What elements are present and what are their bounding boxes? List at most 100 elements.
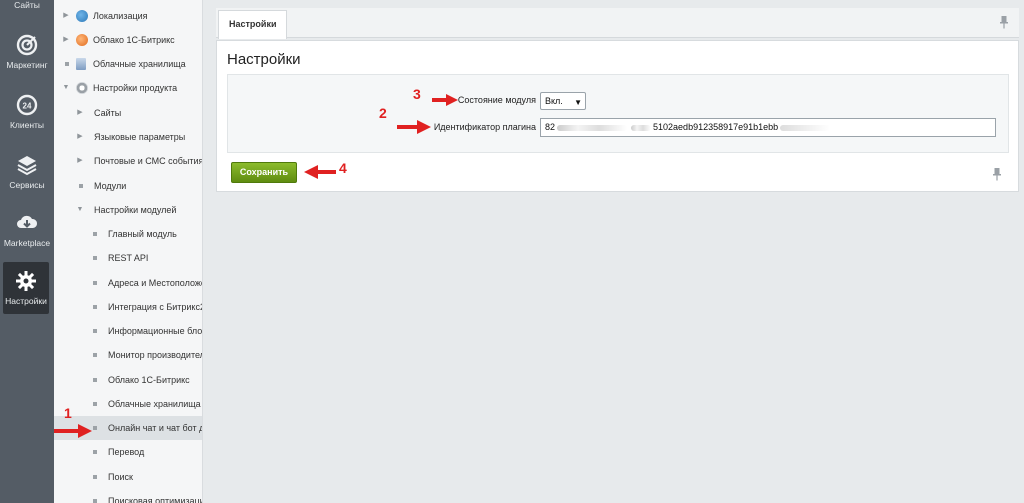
annotation-arrow-4 bbox=[304, 165, 336, 179]
tree-item-module-settings[interactable]: ▼ Настройки модулей bbox=[54, 198, 202, 222]
annotation-arrow-3 bbox=[432, 94, 458, 106]
globe-icon bbox=[76, 10, 88, 22]
storage-icon bbox=[76, 58, 86, 70]
annotation-number-2: 2 bbox=[379, 105, 387, 121]
tree-item-cloud-storage[interactable]: Облачные хранилища bbox=[54, 52, 202, 76]
clients-24-icon: 24 bbox=[16, 94, 38, 116]
tree-item-label: Облачные хранилища bbox=[108, 399, 201, 409]
iconbar-settings[interactable]: Настройки bbox=[3, 262, 49, 314]
settings-panel: Настройки Состояние модуля Вкл. ▼ Иденти… bbox=[216, 40, 1019, 192]
tree-item-translation[interactable]: Перевод bbox=[54, 440, 202, 464]
iconbar-services[interactable]: Сервисы bbox=[0, 154, 54, 190]
tree-item-label: Модули bbox=[94, 181, 127, 191]
expand-arrow-icon[interactable]: ▶ bbox=[62, 28, 70, 52]
expand-arrow-icon[interactable]: ▶ bbox=[76, 125, 84, 149]
tabs-row: Настройки bbox=[216, 8, 1019, 39]
iconbar-marketplace-label: Marketplace bbox=[3, 238, 51, 248]
iconbar-marketplace[interactable]: Marketplace bbox=[0, 212, 54, 248]
plugin-id-label: Идентификатор плагина bbox=[433, 122, 536, 132]
tree-item-label: Локализация bbox=[93, 11, 148, 21]
plugin-id-visible: 102aedb912358917e91b1ebb bbox=[658, 122, 779, 132]
tree-item-sites[interactable]: ▶ Сайты bbox=[54, 101, 202, 125]
iconbar-sites-label[interactable]: Сайты bbox=[0, 0, 54, 10]
tab-settings[interactable]: Настройки bbox=[218, 10, 288, 39]
svg-text:24: 24 bbox=[23, 102, 32, 111]
expand-arrow-icon[interactable]: ▶ bbox=[76, 101, 84, 125]
iconbar-clients[interactable]: 24 Клиенты bbox=[0, 94, 54, 130]
bullet-icon bbox=[65, 62, 69, 66]
tree-item-label: Поисковая оптимизация bbox=[108, 496, 203, 503]
page-title: Настройки bbox=[227, 51, 301, 68]
tree-item-label: Облако 1С-Битрикс bbox=[93, 35, 175, 45]
bullet-icon bbox=[93, 305, 97, 309]
bullet-icon bbox=[93, 281, 97, 285]
tree-item-label: Адреса и Местоположе bbox=[108, 278, 203, 288]
collapse-arrow-icon[interactable]: ▼ bbox=[76, 198, 84, 222]
redacted-blur bbox=[557, 124, 628, 131]
annotation-arrow-2 bbox=[397, 120, 431, 134]
tree-item-modules[interactable]: Модули bbox=[54, 174, 202, 198]
iconbar-marketing-label: Маркетинг bbox=[6, 60, 48, 70]
bullet-icon bbox=[93, 499, 97, 503]
module-state-value: Вкл. bbox=[545, 96, 563, 106]
expand-arrow-icon[interactable]: ▶ bbox=[76, 149, 84, 173]
tree-item-language-params[interactable]: ▶ Языковые параметры bbox=[54, 125, 202, 149]
tree-item-mail-sms-events[interactable]: ▶ Почтовые и СМС события bbox=[54, 149, 203, 173]
tree-item-label: Информационные блок bbox=[108, 326, 203, 336]
save-button[interactable]: Сохранить bbox=[231, 162, 297, 183]
tree-item-main-module[interactable]: Главный модуль bbox=[54, 222, 202, 246]
tree-item-info-blocks[interactable]: Информационные блок bbox=[54, 319, 203, 343]
tree-item-bitrix-cloud[interactable]: ▶ Облако 1С-Битрикс bbox=[54, 28, 202, 52]
tree-item-label: Облачные хранилища bbox=[93, 59, 186, 69]
redacted-blur bbox=[780, 124, 831, 131]
iconbar-marketing[interactable]: Маркетинг bbox=[0, 34, 54, 70]
tree-item-rest-api[interactable]: REST API bbox=[54, 246, 202, 270]
settings-form: Состояние модуля Вкл. ▼ Идентификатор пл… bbox=[227, 74, 1009, 153]
bullet-icon bbox=[93, 378, 97, 382]
tree-item-bitrix24-integration[interactable]: Интеграция с Битрикс2 bbox=[54, 295, 203, 319]
bullet-icon bbox=[93, 232, 97, 236]
module-state-select[interactable]: Вкл. ▼ bbox=[540, 92, 586, 110]
expand-arrow-icon[interactable]: ▶ bbox=[62, 4, 70, 28]
layers-icon bbox=[17, 156, 37, 176]
redacted-blur bbox=[631, 124, 652, 131]
collapse-arrow-icon[interactable]: ▼ bbox=[62, 76, 70, 100]
tree-item-label: Интеграция с Битрикс2 bbox=[108, 302, 203, 312]
tree-item-label: Почтовые и СМС события bbox=[94, 156, 203, 166]
tree-item-label: Онлайн чат и чат бот д bbox=[108, 423, 203, 433]
tree-item-label: Поиск bbox=[108, 472, 133, 482]
tree-item-performance-monitor[interactable]: Монитор производител bbox=[54, 343, 202, 367]
tree-item-search[interactable]: Поиск bbox=[54, 465, 202, 489]
main-content: Настройки Настройки Состояние модуля Вкл… bbox=[204, 0, 1024, 503]
iconbar-settings-label: Настройки bbox=[5, 296, 47, 306]
bullet-icon bbox=[93, 256, 97, 260]
bullet-icon bbox=[93, 329, 97, 333]
bullet-icon bbox=[93, 402, 97, 406]
gear-small-icon bbox=[76, 82, 88, 94]
annotation-number-1: 1 bbox=[64, 405, 72, 421]
target-icon bbox=[16, 34, 38, 56]
tree-item-product-settings[interactable]: ▼ Настройки продукта bbox=[54, 76, 202, 100]
cloud-icon bbox=[76, 34, 88, 46]
pin-icon[interactable] bbox=[992, 167, 1002, 181]
bullet-icon bbox=[93, 426, 97, 430]
tree-item-label: Главный модуль bbox=[108, 229, 177, 239]
bullet-icon bbox=[93, 353, 97, 357]
iconbar-services-label: Сервисы bbox=[9, 180, 45, 190]
pin-icon[interactable] bbox=[999, 15, 1009, 29]
tree-item-label: REST API bbox=[108, 253, 149, 263]
cloud-download-icon bbox=[17, 215, 38, 228]
annotation-number-4: 4 bbox=[339, 160, 347, 176]
bullet-icon bbox=[79, 184, 83, 188]
tree-item-bitrix-cloud-sub[interactable]: Облако 1С-Битрикс bbox=[54, 368, 202, 392]
tree-item-label: Настройки модулей bbox=[94, 205, 177, 215]
tree-item-localization[interactable]: ▶ Локализация bbox=[54, 4, 202, 28]
tree-item-addresses[interactable]: Адреса и Местоположе bbox=[54, 271, 203, 295]
tree-item-seo[interactable]: Поисковая оптимизация bbox=[54, 489, 203, 503]
tree-item-cloud-storage-sub[interactable]: Облачные хранилища bbox=[54, 392, 202, 416]
annotation-arrow-1 bbox=[54, 424, 92, 438]
tree-item-label: Облако 1С-Битрикс bbox=[108, 375, 190, 385]
plugin-id-prefix: 82 bbox=[545, 122, 556, 132]
plugin-id-input[interactable]: 82 5102aedb912358917e91b1ebb bbox=[540, 118, 996, 137]
tree-item-label: Языковые параметры bbox=[94, 132, 186, 142]
